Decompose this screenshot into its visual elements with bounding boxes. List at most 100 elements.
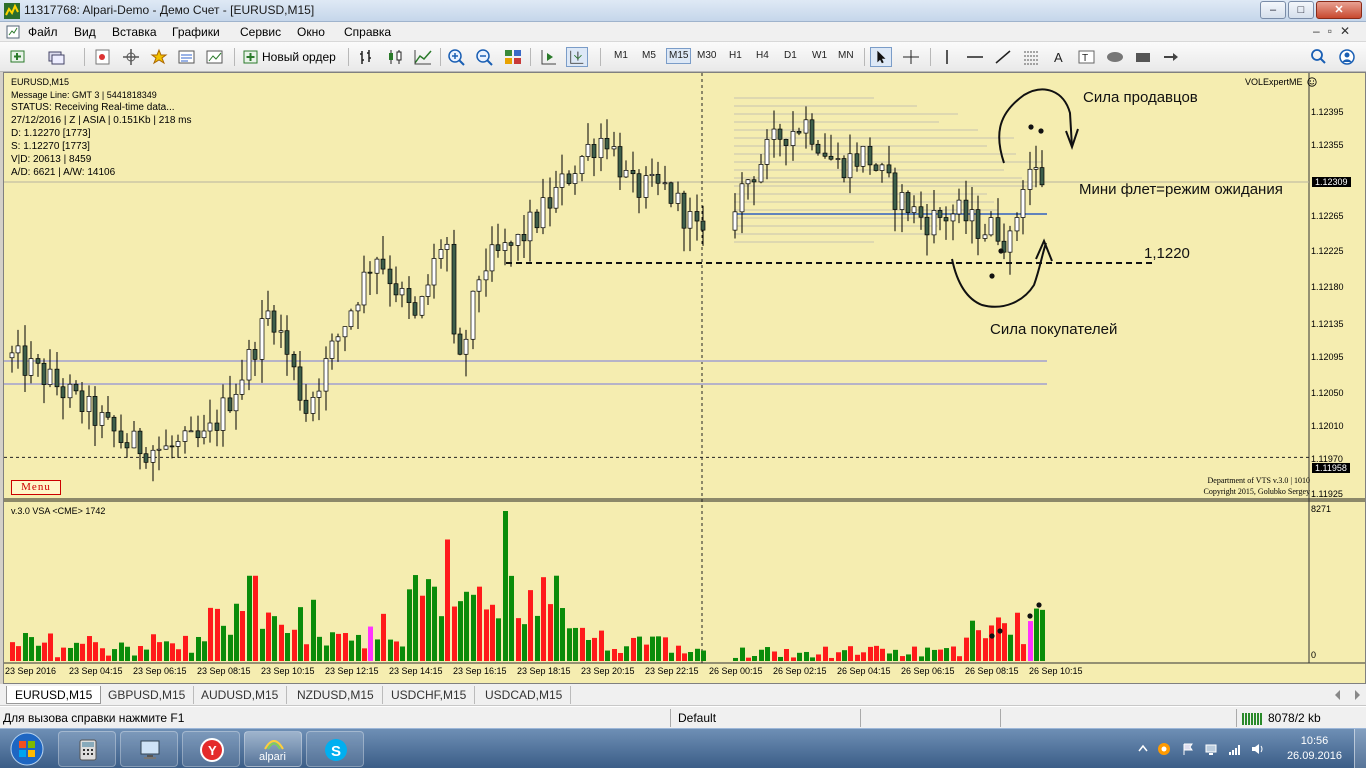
menu-file[interactable]: Файл bbox=[28, 25, 58, 39]
taskbar-skype[interactable]: S bbox=[306, 731, 364, 767]
taskbar-computer[interactable] bbox=[120, 731, 178, 767]
ellipse-icon[interactable] bbox=[1104, 47, 1126, 67]
volume-bar bbox=[138, 646, 143, 661]
community-icon[interactable] bbox=[1336, 47, 1358, 67]
new-order-button[interactable]: Новый ордер bbox=[242, 48, 336, 67]
navigator-icon[interactable] bbox=[148, 47, 170, 67]
chart-window[interactable]: EURUSD,M15 Message Line: GMT 3 | 5441818… bbox=[3, 72, 1366, 684]
taskbar-alpari-terminal[interactable]: alpari bbox=[244, 731, 302, 767]
chart-shift-icon[interactable] bbox=[566, 47, 588, 67]
text-tool-icon[interactable]: A bbox=[1048, 47, 1070, 67]
show-desktop-button[interactable] bbox=[1354, 729, 1366, 768]
vertical-line-icon[interactable] bbox=[936, 47, 958, 67]
profiles-icon[interactable] bbox=[46, 47, 68, 67]
horizontal-line-icon[interactable] bbox=[964, 47, 986, 67]
menu-view[interactable]: Вид bbox=[74, 25, 96, 39]
timeframe-h4[interactable]: H4 bbox=[756, 50, 769, 61]
tray-expand-icon[interactable] bbox=[1136, 742, 1150, 756]
rectangle-icon[interactable] bbox=[1132, 47, 1154, 67]
candle-bull bbox=[316, 390, 322, 398]
auto-scroll-icon[interactable] bbox=[538, 47, 560, 67]
volume-annotation-dot bbox=[989, 633, 995, 639]
candle-bull bbox=[476, 279, 482, 292]
timeframe-m30[interactable]: M30 bbox=[697, 50, 716, 61]
candle-bear bbox=[681, 192, 687, 229]
menu-charts[interactable]: Графики bbox=[172, 25, 220, 39]
time-axis-label: 23 Sep 22:15 bbox=[645, 666, 699, 676]
tab-scroll-right-icon[interactable] bbox=[1352, 689, 1362, 701]
tab-audusd[interactable]: AUDUSD,M15 bbox=[193, 686, 288, 704]
candle-bull bbox=[9, 352, 15, 359]
candle-bear bbox=[841, 158, 847, 179]
chart-canvas[interactable] bbox=[4, 73, 1366, 684]
expert-advisor-label[interactable]: VOLExpertME bbox=[1245, 77, 1303, 87]
timeframe-m1[interactable]: M1 bbox=[614, 50, 628, 61]
timeframe-d1[interactable]: D1 bbox=[784, 50, 797, 61]
volume-bar bbox=[1002, 623, 1007, 661]
volume-bar bbox=[548, 604, 553, 661]
menu-insert[interactable]: Вставка bbox=[112, 25, 157, 39]
trendline-icon[interactable] bbox=[992, 47, 1014, 67]
volume-bar bbox=[413, 575, 418, 661]
maximize-button[interactable]: □ bbox=[1288, 1, 1314, 19]
tab-eurusd[interactable]: EURUSD,M15 bbox=[6, 686, 102, 704]
mdi-window-controls[interactable]: –▫✕ bbox=[1313, 24, 1358, 38]
arrow-icon[interactable] bbox=[1160, 47, 1182, 67]
crosshair-icon[interactable] bbox=[900, 47, 922, 67]
svg-text:T: T bbox=[1082, 53, 1088, 64]
tab-nzdusd[interactable]: NZDUSD,M15 bbox=[289, 686, 383, 704]
tray-flag-icon[interactable] bbox=[1181, 742, 1195, 756]
minimize-button[interactable]: – bbox=[1260, 1, 1286, 19]
tray-signal-icon[interactable] bbox=[1228, 742, 1242, 756]
taskbar-yandex-browser[interactable]: Y bbox=[182, 731, 240, 767]
time-axis-label: 23 Sep 10:15 bbox=[261, 666, 315, 676]
taskbar-clock[interactable]: 10:56 26.09.2016 bbox=[1287, 734, 1342, 764]
timeframe-m15[interactable]: M15 bbox=[666, 48, 692, 64]
annotation-mini-flat: Мини флет=режим ожидания bbox=[1079, 181, 1283, 198]
timeframe-mn[interactable]: MN bbox=[838, 50, 854, 61]
candle-bull bbox=[220, 397, 226, 431]
timeframe-m5[interactable]: M5 bbox=[642, 50, 656, 61]
bar-chart-icon[interactable] bbox=[356, 47, 378, 67]
menu-tools[interactable]: Сервис bbox=[240, 25, 281, 39]
tray-network-icon[interactable] bbox=[1204, 742, 1218, 756]
cursor-icon[interactable] bbox=[870, 47, 892, 67]
search-icon[interactable] bbox=[1308, 47, 1330, 67]
tile-windows-icon[interactable] bbox=[502, 47, 524, 67]
data-window-icon[interactable] bbox=[120, 47, 142, 67]
expert-smiley-icon[interactable] bbox=[1307, 77, 1317, 87]
close-button[interactable]: ✕ bbox=[1316, 1, 1362, 19]
terminal-icon[interactable] bbox=[176, 47, 198, 67]
candle-bull bbox=[444, 243, 450, 250]
fibonacci-icon[interactable] bbox=[1020, 47, 1042, 67]
new-chart-icon[interactable] bbox=[8, 47, 30, 67]
indicator-menu-button[interactable]: Menu bbox=[11, 480, 61, 495]
candlestick-chart-icon[interactable] bbox=[384, 47, 406, 67]
menu-help[interactable]: Справка bbox=[344, 25, 391, 39]
tab-scroll-left-icon[interactable] bbox=[1333, 689, 1343, 701]
text-label-icon[interactable]: T bbox=[1076, 47, 1098, 67]
candle-bear bbox=[92, 396, 98, 426]
tab-gbpusd[interactable]: GBPUSD,M15 bbox=[100, 686, 195, 704]
volume-bar bbox=[260, 628, 265, 661]
tray-orange-app-icon[interactable] bbox=[1157, 742, 1171, 756]
line-chart-icon[interactable] bbox=[412, 47, 434, 67]
start-button-icon[interactable] bbox=[8, 731, 46, 767]
price-axis-label: 1.12135 bbox=[1311, 319, 1344, 329]
candle-bull bbox=[355, 304, 361, 312]
tab-usdchf[interactable]: USDCHF,M15 bbox=[383, 686, 476, 704]
taskbar-calculator[interactable] bbox=[58, 731, 116, 767]
candle-bear bbox=[995, 217, 1001, 242]
market-watch-icon[interactable] bbox=[92, 47, 114, 67]
menu-window[interactable]: Окно bbox=[297, 25, 325, 39]
strategy-tester-icon[interactable] bbox=[204, 47, 226, 67]
tab-usdcad[interactable]: USDCAD,M15 bbox=[477, 686, 572, 704]
chart-symbol-header[interactable]: EURUSD,M15 bbox=[11, 77, 69, 87]
annotation-level: 1,1220 bbox=[1144, 245, 1190, 262]
zoom-out-icon[interactable] bbox=[474, 47, 496, 67]
timeframe-h1[interactable]: H1 bbox=[729, 50, 742, 61]
candle-bull bbox=[489, 244, 495, 272]
zoom-in-icon[interactable] bbox=[446, 47, 468, 67]
timeframe-w1[interactable]: W1 bbox=[812, 50, 827, 61]
tray-volume-icon[interactable] bbox=[1250, 742, 1264, 756]
